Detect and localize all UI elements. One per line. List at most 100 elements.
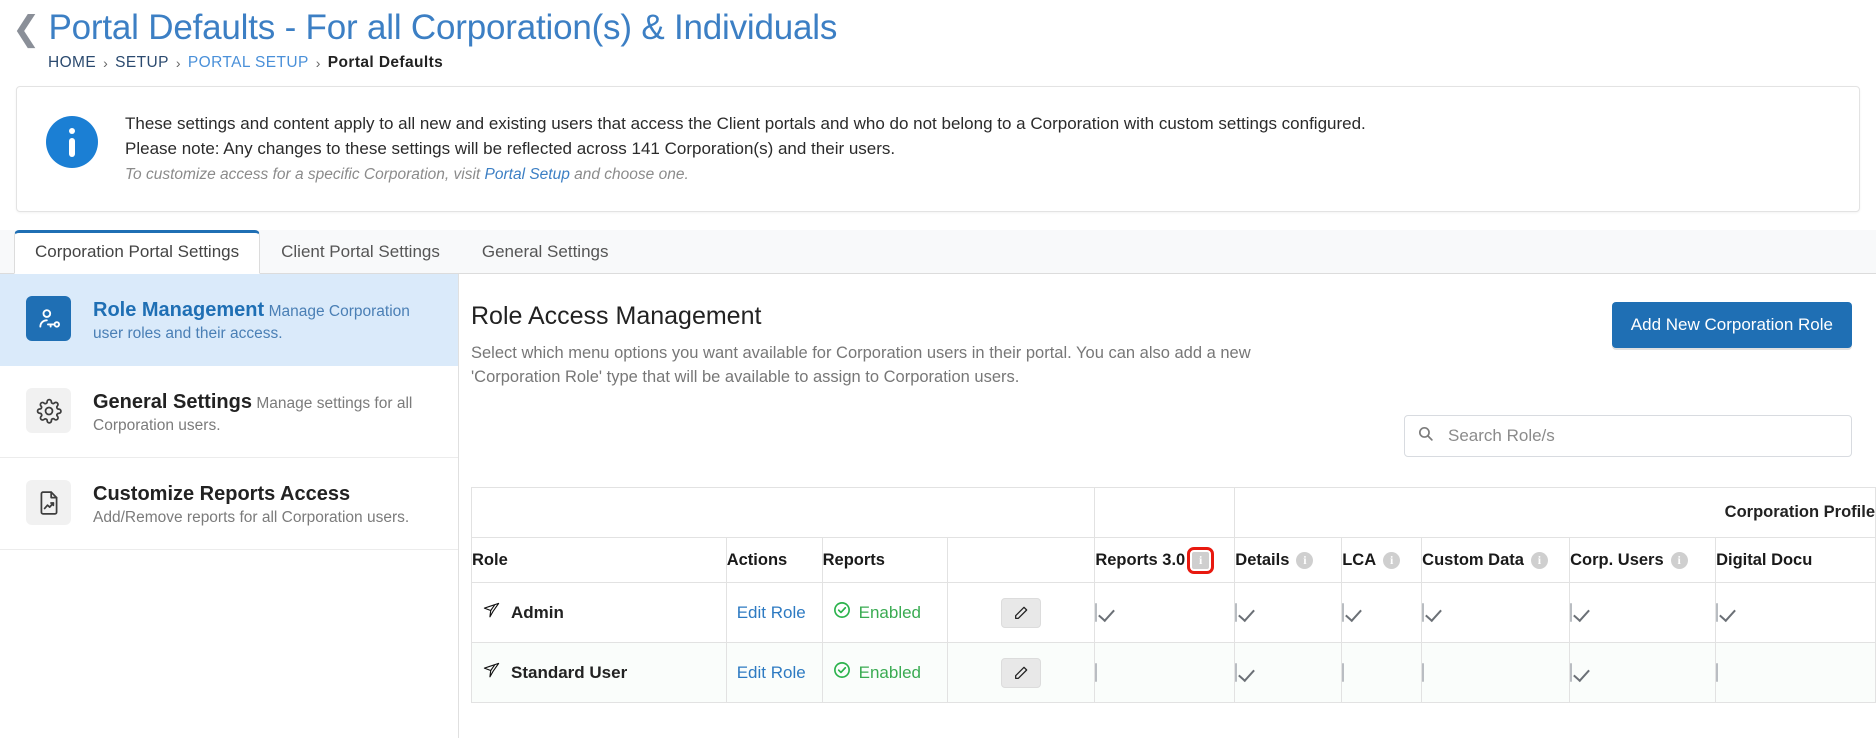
- table-row: Standard User Edit Role Enabled: [471, 642, 1876, 703]
- cell-digital-docs: [1715, 642, 1876, 703]
- group-header-corporation-profile: Corporation Profile: [1234, 487, 1876, 538]
- checkbox-reports30[interactable]: [1095, 662, 1098, 682]
- checkbox-details[interactable]: [1235, 662, 1238, 682]
- sidebar-item-title: Role Management: [93, 299, 265, 321]
- cell-edit-button: [946, 642, 1096, 703]
- col-header-reports-30: Reports 3.0 i: [1094, 537, 1236, 583]
- edit-role-link[interactable]: Edit Role: [727, 603, 822, 623]
- cell-reports30: [1094, 642, 1236, 703]
- col-header-details-label: Details: [1235, 550, 1290, 569]
- content-body: Role Management Manage Corporation user …: [0, 274, 1876, 738]
- gear-icon: [26, 388, 71, 433]
- checkbox-digital-docs[interactable]: [1716, 662, 1719, 682]
- search-input[interactable]: [1446, 425, 1839, 447]
- checkbox-lca[interactable]: [1342, 662, 1345, 682]
- breadcrumb-item-portal-setup[interactable]: PORTAL SETUP: [188, 54, 309, 72]
- tab-general-settings[interactable]: General Settings: [461, 230, 630, 274]
- col-header-actions: Actions: [725, 537, 823, 583]
- info-icon-details[interactable]: i: [1296, 551, 1314, 569]
- page-title: Portal Defaults - For all Corporation(s)…: [48, 8, 838, 47]
- sidebar-item-text: General Settings Manage settings for all…: [93, 388, 432, 437]
- breadcrumb-item-setup[interactable]: SETUP: [115, 54, 169, 72]
- breadcrumb-separator-icon: ›: [315, 55, 321, 71]
- cell-lca: [1341, 642, 1423, 703]
- banner-note-prefix: To customize access for a specific Corpo…: [125, 166, 485, 183]
- reports-status-label: Enabled: [858, 602, 922, 622]
- col-header-custom-data-label: Custom Data: [1422, 550, 1524, 569]
- sidebar-item-customize-reports-access[interactable]: Customize Reports Access Add/Remove repo…: [0, 458, 458, 550]
- col-header-corp-users: Corp. Users i: [1569, 537, 1717, 583]
- col-header-details: Details i: [1234, 537, 1343, 583]
- info-icon-lca[interactable]: i: [1383, 551, 1401, 569]
- breadcrumb-separator-icon: ›: [175, 55, 181, 71]
- cell-role: Standard User: [471, 642, 727, 703]
- cell-custom-data: [1421, 582, 1571, 643]
- info-icon-custom-data[interactable]: i: [1530, 551, 1548, 569]
- breadcrumb-item-current: Portal Defaults: [327, 54, 444, 71]
- section-title: Role Access Management: [471, 302, 762, 330]
- col-header-role: Role: [471, 537, 727, 583]
- add-new-corporation-role-button[interactable]: Add New Corporation Role: [1611, 302, 1852, 348]
- cell-reports30: [1094, 582, 1236, 643]
- info-icon-corp-users[interactable]: i: [1670, 551, 1688, 569]
- group-header-mid: [1094, 487, 1236, 538]
- checkbox-corp-users[interactable]: [1570, 662, 1573, 682]
- sidebar-item-text: Role Management Manage Corporation user …: [93, 296, 432, 345]
- tab-client-portal-settings[interactable]: Client Portal Settings: [260, 230, 461, 274]
- banner-note-suffix: and choose one.: [569, 166, 689, 183]
- tab-corporation-portal-settings[interactable]: Corporation Portal Settings: [14, 230, 261, 274]
- reports-status-label: Enabled: [858, 662, 922, 682]
- info-banner: These settings and content apply to all …: [16, 86, 1860, 212]
- report-document-icon: [26, 480, 71, 525]
- bird-icon: [482, 661, 501, 685]
- roles-table-wrapper: Corporation Profile Role Actions Reports…: [459, 457, 1876, 703]
- col-header-reports-30-label: Reports 3.0: [1095, 550, 1186, 569]
- checkbox-lca[interactable]: [1342, 602, 1345, 622]
- col-header-lca: LCA i: [1341, 537, 1423, 583]
- banner-note: To customize access for a specific Corpo…: [125, 163, 1366, 187]
- cell-lca: [1341, 582, 1423, 643]
- search-icon: [1417, 425, 1434, 447]
- section-description: Select which menu options you want avail…: [471, 344, 1251, 386]
- main-panel: Role Access Management Select which menu…: [459, 274, 1876, 738]
- sidebar-item-general-settings[interactable]: General Settings Manage settings for all…: [0, 366, 458, 458]
- info-circle-icon: [47, 117, 97, 167]
- edit-role-link[interactable]: Edit Role: [727, 663, 822, 683]
- banner-line-2: Please note: Any changes to these settin…: [125, 139, 896, 158]
- bird-icon: [482, 601, 501, 625]
- table-row: Admin Edit Role Enabled: [471, 582, 1876, 643]
- cell-actions: Edit Role: [725, 642, 823, 703]
- checkbox-details[interactable]: [1235, 602, 1238, 622]
- info-icon-reports-30[interactable]: i: [1187, 546, 1215, 574]
- portal-setup-link[interactable]: Portal Setup: [485, 166, 570, 183]
- col-header-custom-data: Custom Data i: [1421, 537, 1571, 583]
- cell-details: [1234, 642, 1343, 703]
- checkbox-digital-docs[interactable]: [1716, 602, 1719, 622]
- cell-custom-data: [1421, 642, 1571, 703]
- main-header: Role Access Management Select which menu…: [459, 274, 1876, 389]
- page-header: ❮ Portal Defaults - For all Corporation(…: [0, 0, 1876, 72]
- sidebar-item-text: Customize Reports Access Add/Remove repo…: [93, 480, 432, 529]
- cell-edit-button: [946, 582, 1096, 643]
- info-banner-text: These settings and content apply to all …: [125, 109, 1366, 187]
- checkbox-custom-data[interactable]: [1422, 602, 1425, 622]
- sidebar-item-role-management[interactable]: Role Management Manage Corporation user …: [0, 274, 458, 366]
- pencil-icon[interactable]: [1000, 657, 1041, 688]
- check-circle-icon: [833, 601, 851, 624]
- cell-corp-users: [1569, 642, 1717, 703]
- chevron-left-icon[interactable]: ❮: [6, 6, 49, 46]
- cell-reports-status: Enabled: [821, 642, 948, 703]
- breadcrumb-separator-icon: ›: [103, 55, 109, 71]
- main-header-text: Role Access Management Select which menu…: [471, 300, 1612, 389]
- title-row: ❮ Portal Defaults - For all Corporation(…: [0, 6, 1876, 50]
- table-group-header-row: Corporation Profile: [470, 487, 1876, 538]
- pencil-icon[interactable]: [1000, 597, 1041, 628]
- cell-digital-docs: [1715, 582, 1876, 643]
- sidebar-item-subtitle: Add/Remove reports for all Corporation u…: [93, 509, 410, 526]
- breadcrumb-item-home[interactable]: HOME: [48, 54, 96, 72]
- search-box[interactable]: [1404, 415, 1852, 457]
- check-circle-icon: [833, 661, 851, 684]
- checkbox-custom-data[interactable]: [1422, 662, 1425, 682]
- checkbox-reports30[interactable]: [1095, 602, 1098, 622]
- checkbox-corp-users[interactable]: [1570, 602, 1573, 622]
